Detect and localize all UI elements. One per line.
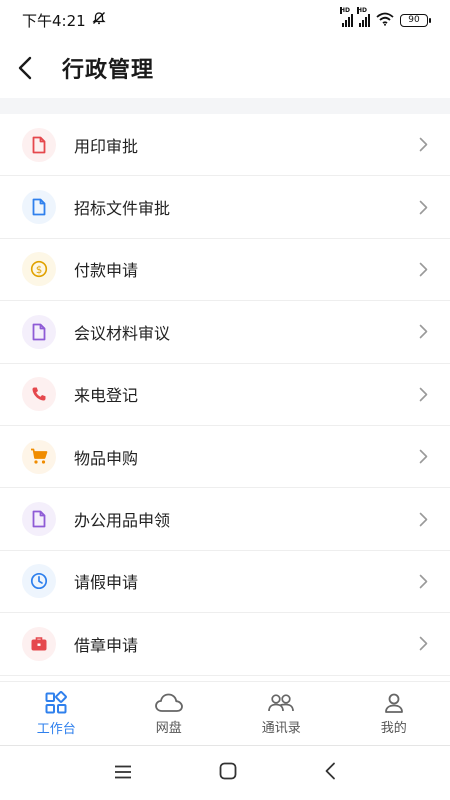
menu-item-call-registration[interactable]: 来电登记 — [0, 364, 450, 426]
nav-tab-profile[interactable]: 我的 — [338, 682, 450, 745]
chevron-right-icon — [419, 637, 428, 651]
chevron-right-icon — [419, 512, 428, 526]
document-icon — [22, 502, 56, 537]
menu-item-label: 付款申请 — [74, 261, 139, 281]
menu-icon[interactable] — [114, 764, 132, 783]
battery-icon: 90 — [400, 13, 431, 27]
signal-icon: HD — [340, 7, 353, 27]
signal-icon: HD — [357, 7, 370, 27]
menu-item-seal-borrow-request[interactable]: 借章申请 — [0, 613, 450, 676]
app-header: 行政管理 — [0, 40, 450, 96]
phone-icon — [22, 377, 56, 412]
menu-item-label: 办公用品申领 — [74, 511, 171, 531]
mute-icon — [92, 11, 106, 29]
document-icon — [22, 190, 56, 225]
document-icon — [22, 127, 56, 162]
status-bar: 下午4:21 HD HD 90 — [0, 0, 450, 40]
menu-item-label: 来电登记 — [74, 386, 139, 406]
nav-label: 网盘 — [155, 720, 182, 736]
home-icon[interactable] — [219, 762, 237, 784]
menu-list: 用印审批 招标文件审批 $ 付款申请 会议材料审议 来电登记 物品申购 办公用品… — [0, 114, 450, 676]
coin-icon: $ — [22, 252, 56, 287]
menu-item-label: 用印审批 — [74, 136, 139, 156]
svg-text:$: $ — [36, 265, 42, 276]
nav-tab-cloud-drive[interactable]: 网盘 — [113, 682, 226, 745]
chevron-right-icon — [419, 262, 428, 277]
menu-item-leave-request[interactable]: 请假申请 — [0, 551, 450, 614]
cloud-icon — [154, 693, 183, 712]
menu-item-office-supplies-request[interactable]: 办公用品申领 — [0, 488, 450, 551]
nav-label: 我的 — [380, 720, 407, 736]
menu-item-label: 物品申购 — [74, 448, 139, 468]
nav-label: 工作台 — [36, 721, 76, 737]
menu-item-label: 请假申请 — [74, 573, 139, 593]
chevron-left-icon — [18, 56, 32, 80]
cart-icon — [22, 439, 56, 474]
bottom-nav: 工作台 网盘 通讯录 我的 — [0, 681, 450, 745]
menu-item-meeting-materials-review[interactable]: 会议材料审议 — [0, 301, 450, 364]
back-icon[interactable] — [324, 762, 336, 784]
menu-item-purchase-request[interactable]: 物品申购 — [0, 426, 450, 489]
chevron-right-icon — [419, 449, 428, 464]
menu-item-label: 招标文件审批 — [74, 199, 171, 219]
nav-label: 通讯录 — [261, 720, 301, 736]
system-nav-bar — [0, 745, 450, 800]
back-button[interactable] — [0, 40, 52, 96]
briefcase-icon — [22, 626, 56, 661]
chevron-right-icon — [419, 387, 428, 402]
contacts-icon — [268, 693, 295, 711]
section-divider — [0, 98, 450, 114]
chevron-right-icon — [419, 574, 428, 589]
chevron-right-icon — [419, 325, 428, 339]
chevron-right-icon — [419, 137, 428, 152]
page-title: 行政管理 — [62, 58, 155, 83]
menu-item-seal-approval[interactable]: 用印审批 — [0, 114, 450, 177]
menu-item-tender-document-approval[interactable]: 招标文件审批 — [0, 176, 450, 239]
chevron-right-icon — [419, 200, 428, 214]
wifi-icon — [376, 11, 394, 30]
nav-tab-contacts[interactable]: 通讯录 — [225, 682, 338, 745]
document-icon — [22, 314, 56, 349]
nav-tab-workbench[interactable]: 工作台 — [0, 682, 113, 745]
battery-level: 90 — [408, 15, 420, 25]
clock-icon — [22, 564, 56, 599]
profile-icon — [384, 693, 403, 713]
menu-item-payment-request[interactable]: $ 付款申请 — [0, 239, 450, 302]
workbench-icon — [45, 690, 68, 713]
status-time: 下午4:21 — [22, 11, 86, 30]
menu-item-label: 会议材料审议 — [74, 323, 171, 343]
menu-item-label: 借章申请 — [74, 635, 139, 655]
